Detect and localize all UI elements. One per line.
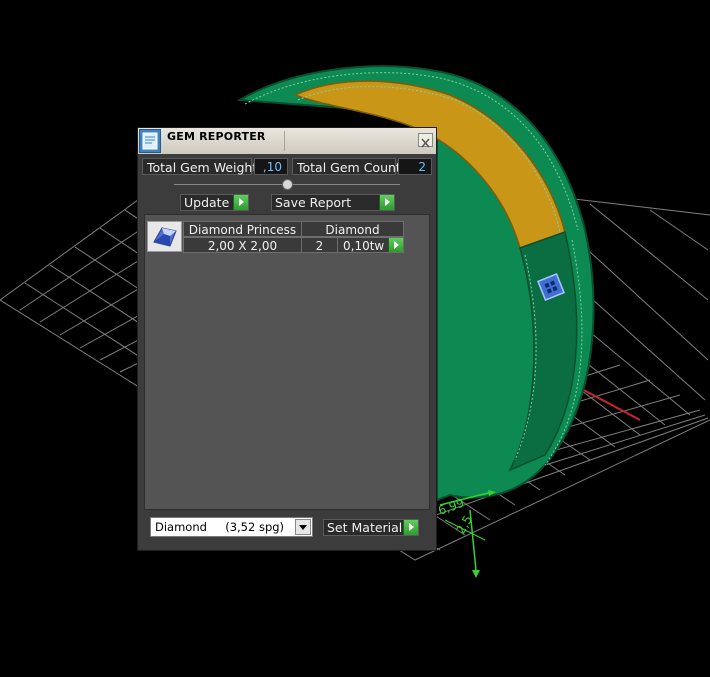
material-select-value: Diamond (3,52 spg) [155, 520, 285, 534]
gem-weight-value: 0,10tw [343, 239, 385, 253]
gem-name-cell: Diamond Princess [183, 221, 302, 237]
collapse-toggle[interactable] [282, 179, 293, 190]
total-gem-count-label: Total Gem Count [292, 158, 401, 175]
titlebar-divider [284, 131, 285, 151]
gem-reporter-window: GEM REPORTER Total Gem Weight ,10 Total … [137, 127, 437, 551]
play-arrow-icon [379, 195, 394, 210]
close-button[interactable] [418, 133, 433, 148]
total-gem-weight-value: ,10 [254, 158, 288, 175]
close-icon [421, 138, 430, 148]
play-arrow-icon [403, 520, 418, 535]
total-gem-weight-label: Total Gem Weight [142, 158, 257, 175]
play-arrow-icon [233, 195, 248, 210]
gem-weight-cell[interactable]: 0,10tw [337, 237, 404, 253]
gem-list-panel[interactable]: Diamond Princess Diamond 2,00 X 2,00 2 0… [144, 214, 430, 510]
update-button-label: Update [184, 195, 230, 210]
set-material-button-label: Set Material [327, 520, 403, 535]
total-gem-count-value: 2 [398, 158, 432, 175]
gem-size-cell: 2,00 X 2,00 [183, 237, 302, 253]
gem-count-cell: 2 [301, 237, 338, 253]
window-titlebar[interactable]: GEM REPORTER [138, 128, 436, 154]
set-material-button[interactable]: Set Material [323, 519, 419, 536]
chevron-down-icon[interactable] [295, 519, 311, 535]
save-report-button-label: Save Report [275, 195, 352, 210]
material-select[interactable]: Diamond (3,52 spg) [150, 517, 313, 537]
gem-reporter-icon [139, 129, 161, 153]
save-report-button[interactable]: Save Report [271, 194, 395, 211]
gem-thumbnail-icon [147, 221, 182, 252]
update-button[interactable]: Update [180, 194, 249, 211]
play-arrow-icon[interactable] [388, 238, 403, 252]
window-title: GEM REPORTER [167, 130, 266, 143]
gem-material-cell: Diamond [301, 221, 404, 237]
